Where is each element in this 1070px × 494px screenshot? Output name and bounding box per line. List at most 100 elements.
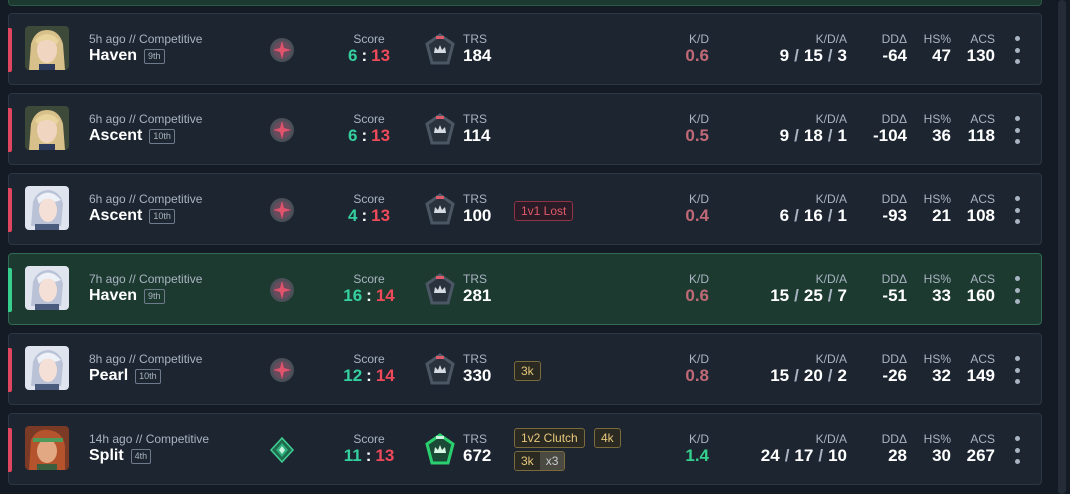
kd-value: 0.6 <box>685 46 709 65</box>
kd-value: 0.6 <box>685 286 709 305</box>
damage-delta-label: DDΔ <box>881 432 907 446</box>
kd-value: 1.4 <box>685 446 709 465</box>
kills-value: 15 <box>770 286 790 305</box>
red-hair-agent-portrait <box>25 426 69 470</box>
kda-value: 9/18/1 <box>719 126 847 146</box>
placement-badge: 4th <box>130 448 152 464</box>
kda-separator: / <box>784 446 790 465</box>
kda-label: K/D/A <box>815 272 847 286</box>
kda-value: 9/15/3 <box>719 46 847 66</box>
score-separator: : <box>365 446 372 465</box>
map-name: Ascent <box>89 127 143 144</box>
acs-label: ACS <box>970 32 995 46</box>
more-options-icon[interactable] <box>1011 356 1023 384</box>
kills-value: 15 <box>770 366 790 385</box>
damage-delta-value: -26 <box>882 366 907 385</box>
trs-label: TRS <box>463 352 487 366</box>
headshot-value: 47 <box>932 46 951 65</box>
assists-value: 7 <box>837 286 847 305</box>
score-label: Score <box>353 352 385 366</box>
map-line: Ascent 10th <box>89 207 175 225</box>
deaths-value: 17 <box>794 446 814 465</box>
match-time-mode: 6h ago // Competitive <box>89 112 203 126</box>
kda-separator: / <box>818 446 824 465</box>
headshot-label: HS% <box>923 352 951 366</box>
match-card[interactable]: 5h ago // Competitive Haven 9th Score 6:13 TR… <box>8 13 1042 85</box>
placement-badge: 9th <box>144 48 165 64</box>
more-options-icon[interactable] <box>1011 116 1023 144</box>
multikill-multiplier: x3 <box>539 452 565 470</box>
kd-label: K/D <box>688 432 709 446</box>
acs-label: ACS <box>970 112 995 126</box>
score-value: 16:14 <box>309 286 429 306</box>
match-card[interactable]: 7h ago // Competitive Haven 9th Score 16:14 T… <box>8 253 1042 325</box>
match-card[interactable]: 6h ago // Competitive Ascent 10th Score 6:13… <box>8 93 1042 165</box>
trs-value: 100 <box>463 206 492 225</box>
more-options-icon[interactable] <box>1011 436 1023 464</box>
acs-label: ACS <box>970 192 995 206</box>
silver-tier-icon <box>425 193 455 227</box>
kda-label: K/D/A <box>815 192 847 206</box>
silver-tier-icon <box>425 353 455 387</box>
headshot-value: 21 <box>932 206 951 225</box>
acs-value: 267 <box>966 446 995 465</box>
result-indicator <box>8 268 12 312</box>
kd-label: K/D <box>688 112 709 126</box>
kda-label: K/D/A <box>815 32 847 46</box>
kda-value: 6/16/1 <box>719 206 847 226</box>
score-separator: : <box>361 126 368 145</box>
headshot-label: HS% <box>923 272 951 286</box>
previous-match-card-edge[interactable] <box>8 0 1042 6</box>
kd-value: 0.8 <box>685 366 709 385</box>
score-value: 6:13 <box>309 126 429 146</box>
scrollbar-thumb[interactable] <box>1058 0 1066 494</box>
score-separator: : <box>366 286 372 305</box>
team-score: 11 <box>343 446 362 465</box>
headshot-label: HS% <box>923 192 951 206</box>
more-options-icon[interactable] <box>1011 276 1023 304</box>
score-value: 12:14 <box>309 366 429 386</box>
headshot-label: HS% <box>923 432 951 446</box>
deaths-value: 25 <box>803 286 823 305</box>
damage-delta-value: -93 <box>882 206 907 225</box>
result-indicator <box>8 428 12 472</box>
enemy-score: 13 <box>371 46 391 65</box>
headshot-value: 30 <box>932 446 951 465</box>
kda-value: 24/17/10 <box>719 446 847 466</box>
enemy-score: 14 <box>375 366 395 385</box>
deaths-value: 20 <box>803 366 823 385</box>
acs-label: ACS <box>970 432 995 446</box>
scrollbar[interactable] <box>1056 0 1070 494</box>
white-hair-agent-portrait <box>25 266 69 310</box>
kd-label: K/D <box>688 352 709 366</box>
damage-delta-label: DDΔ <box>881 32 907 46</box>
deaths-value: 15 <box>803 46 823 65</box>
match-card[interactable]: 8h ago // Competitive Pearl 10th Score 12:14… <box>8 333 1042 405</box>
deaths-value: 18 <box>803 126 823 145</box>
map-name: Haven <box>89 47 138 64</box>
score-value: 6:13 <box>309 46 429 66</box>
clutch-lost-tag: 1v1 Lost <box>514 201 574 221</box>
map-name: Pearl <box>89 367 129 384</box>
green-tier-icon <box>425 433 455 467</box>
headshot-label: HS% <box>923 32 951 46</box>
match-card[interactable]: 14h ago // Competitive Split 4th Score 11:13… <box>8 413 1042 485</box>
more-options-icon[interactable] <box>1011 36 1023 64</box>
blonde-agent-portrait <box>25 26 69 70</box>
acs-value: 160 <box>966 286 995 305</box>
more-options-icon[interactable] <box>1011 196 1023 224</box>
silver-tier-icon <box>425 273 455 307</box>
kills-value: 9 <box>779 46 790 65</box>
trs-value: 281 <box>463 286 492 305</box>
score-label: Score <box>353 32 385 46</box>
multikill-tag: 3k <box>515 452 540 470</box>
match-time-mode: 6h ago // Competitive <box>89 192 203 206</box>
multikill-tag: 3k <box>514 361 541 381</box>
kda-separator: / <box>827 126 833 145</box>
match-card[interactable]: 6h ago // Competitive Ascent 10th Score 4:13… <box>8 173 1042 245</box>
kda-separator: / <box>827 366 833 385</box>
enemy-score: 13 <box>371 206 391 225</box>
result-indicator <box>8 188 12 232</box>
kda-separator: / <box>794 366 799 385</box>
white-hair-agent-portrait <box>25 346 69 390</box>
